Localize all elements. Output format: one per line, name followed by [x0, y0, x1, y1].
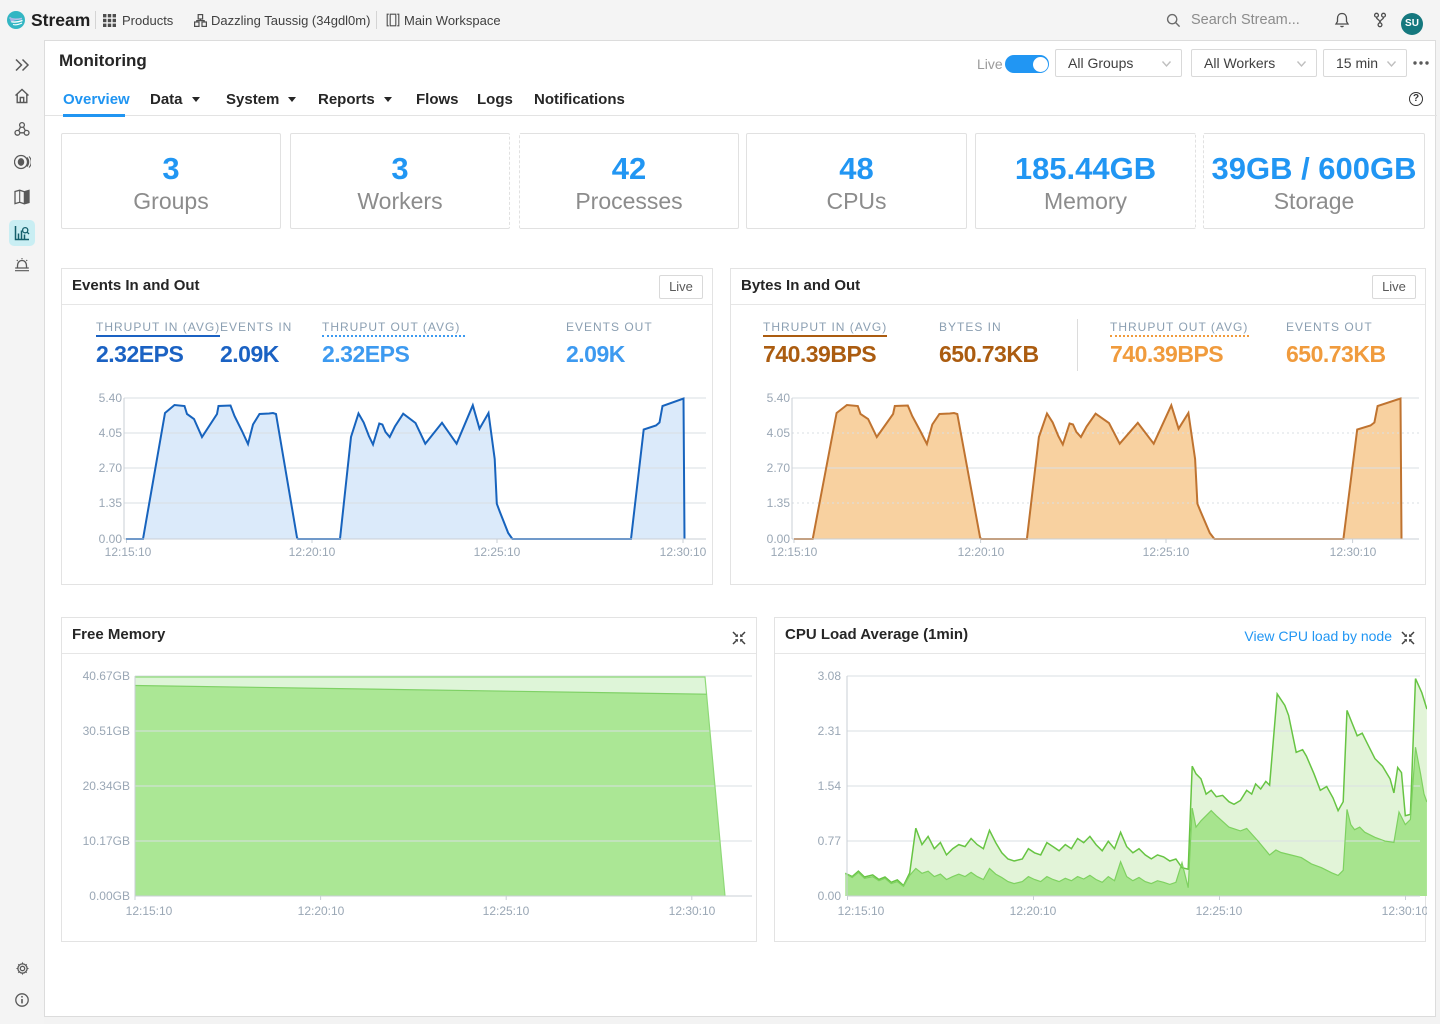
svg-text:12:15:10: 12:15:10 [126, 904, 173, 918]
svg-text:0.00: 0.00 [99, 532, 123, 546]
svg-text:10.17GB: 10.17GB [83, 834, 130, 848]
svg-text:5.40: 5.40 [99, 391, 123, 405]
svg-text:3.08: 3.08 [818, 669, 842, 683]
svg-text:12:20:10: 12:20:10 [298, 904, 345, 918]
svg-text:12:30:10: 12:30:10 [1330, 545, 1377, 559]
svg-text:12:25:10: 12:25:10 [474, 545, 521, 559]
svg-text:5.40: 5.40 [767, 391, 791, 405]
svg-text:12:15:10: 12:15:10 [771, 545, 818, 559]
svg-text:1.35: 1.35 [99, 496, 123, 510]
svg-text:12:20:10: 12:20:10 [289, 545, 336, 559]
svg-text:12:30:10: 12:30:10 [1382, 904, 1427, 918]
svg-text:12:30:10: 12:30:10 [660, 545, 707, 559]
svg-text:12:15:10: 12:15:10 [838, 904, 885, 918]
svg-text:0.00: 0.00 [818, 889, 842, 903]
svg-text:12:20:10: 12:20:10 [958, 545, 1005, 559]
svg-text:12:20:10: 12:20:10 [1010, 904, 1057, 918]
svg-text:4.05: 4.05 [767, 426, 791, 440]
svg-text:1.35: 1.35 [767, 496, 791, 510]
svg-text:20.34GB: 20.34GB [83, 779, 130, 793]
svg-text:2.70: 2.70 [99, 461, 123, 475]
svg-text:30.51GB: 30.51GB [83, 724, 130, 738]
svg-text:12:25:10: 12:25:10 [1196, 904, 1243, 918]
svg-text:12:25:10: 12:25:10 [1143, 545, 1190, 559]
svg-text:0.00: 0.00 [767, 532, 791, 546]
svg-text:12:30:10: 12:30:10 [669, 904, 716, 918]
svg-text:1.54: 1.54 [818, 779, 842, 793]
svg-text:12:15:10: 12:15:10 [105, 545, 152, 559]
svg-text:40.67GB: 40.67GB [83, 669, 130, 683]
svg-text:12:25:10: 12:25:10 [483, 904, 530, 918]
svg-text:2.31: 2.31 [818, 724, 842, 738]
svg-text:4.05: 4.05 [99, 426, 123, 440]
svg-text:0.00GB: 0.00GB [89, 889, 130, 903]
svg-text:2.70: 2.70 [767, 461, 791, 475]
svg-text:0.77: 0.77 [818, 834, 842, 848]
